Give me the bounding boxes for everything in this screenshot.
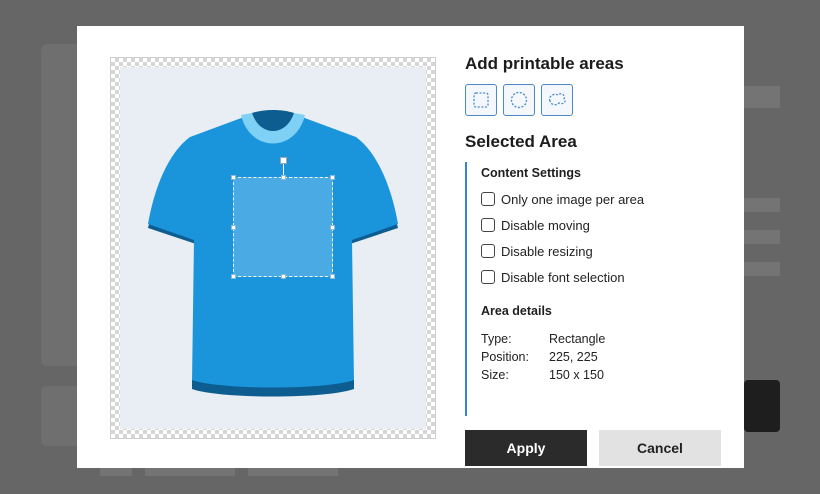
checkbox[interactable]	[481, 192, 495, 206]
area-details-title: Area details	[481, 304, 552, 318]
selected-area-title: Selected Area	[465, 132, 577, 151]
checkbox[interactable]	[481, 244, 495, 258]
resize-handle-top[interactable]	[281, 175, 286, 180]
printable-area-rectangle[interactable]	[231, 157, 335, 279]
option-disable-resizing[interactable]: Disable resizing	[481, 243, 593, 259]
detail-type: Type: Rectangle	[481, 332, 605, 346]
detail-type-label: Type:	[481, 332, 512, 346]
option-disable-moving[interactable]: Disable moving	[481, 217, 590, 233]
detail-size: Size: 150 x 150	[481, 368, 604, 382]
background-bar	[145, 468, 235, 476]
freeform-select-icon	[548, 93, 566, 106]
resize-handle-bottom-left[interactable]	[231, 274, 236, 279]
rectangle-select-icon	[473, 92, 489, 108]
background-bar	[248, 468, 338, 476]
background-button	[744, 380, 780, 432]
checkbox[interactable]	[481, 218, 495, 232]
option-label: Disable moving	[501, 217, 590, 233]
background-bar	[100, 468, 132, 476]
design-canvas[interactable]	[110, 57, 436, 439]
resize-handle-top-right[interactable]	[330, 175, 335, 180]
detail-position-value: 225, 225	[549, 350, 598, 364]
detail-position: Position: 225, 225	[481, 350, 598, 364]
background-bar	[744, 230, 780, 244]
option-label: Only one image per area	[501, 191, 645, 207]
printable-area-dialog: Add printable areas Selected Area Conten…	[77, 26, 744, 468]
apply-button[interactable]: Apply	[465, 430, 587, 466]
option-one-image-per-area[interactable]: Only one image per area	[481, 191, 644, 207]
background-bar	[744, 262, 780, 276]
resize-handle-top-left[interactable]	[231, 175, 236, 180]
detail-size-label: Size:	[481, 368, 509, 382]
checkbox[interactable]	[481, 270, 495, 284]
printable-areas-title: Add printable areas	[465, 54, 624, 73]
resize-handle-right[interactable]	[330, 225, 335, 230]
add-ellipse-area-button[interactable]	[503, 84, 535, 116]
detail-type-value: Rectangle	[549, 332, 606, 346]
content-settings-title: Content Settings	[481, 166, 581, 180]
resize-handle-bottom-right[interactable]	[330, 274, 335, 279]
cancel-button[interactable]: Cancel	[599, 430, 721, 466]
option-disable-font-selection[interactable]: Disable font selection	[481, 269, 625, 285]
detail-size-value: 150 x 150	[549, 368, 604, 382]
rotate-handle[interactable]	[280, 157, 287, 164]
selected-area-settings: Content Settings Only one image per area…	[465, 162, 725, 416]
canvas-background	[120, 67, 426, 429]
background-bar	[744, 198, 780, 212]
detail-position-label: Position:	[481, 350, 529, 364]
ellipse-select-icon	[510, 91, 528, 109]
resize-handle-left[interactable]	[231, 225, 236, 230]
background-bar	[744, 86, 780, 108]
option-label: Disable font selection	[501, 269, 625, 285]
add-freeform-area-button[interactable]	[541, 84, 573, 116]
resize-handle-bottom[interactable]	[281, 274, 286, 279]
add-rectangle-area-button[interactable]	[465, 84, 497, 116]
option-label: Disable resizing	[501, 243, 593, 259]
